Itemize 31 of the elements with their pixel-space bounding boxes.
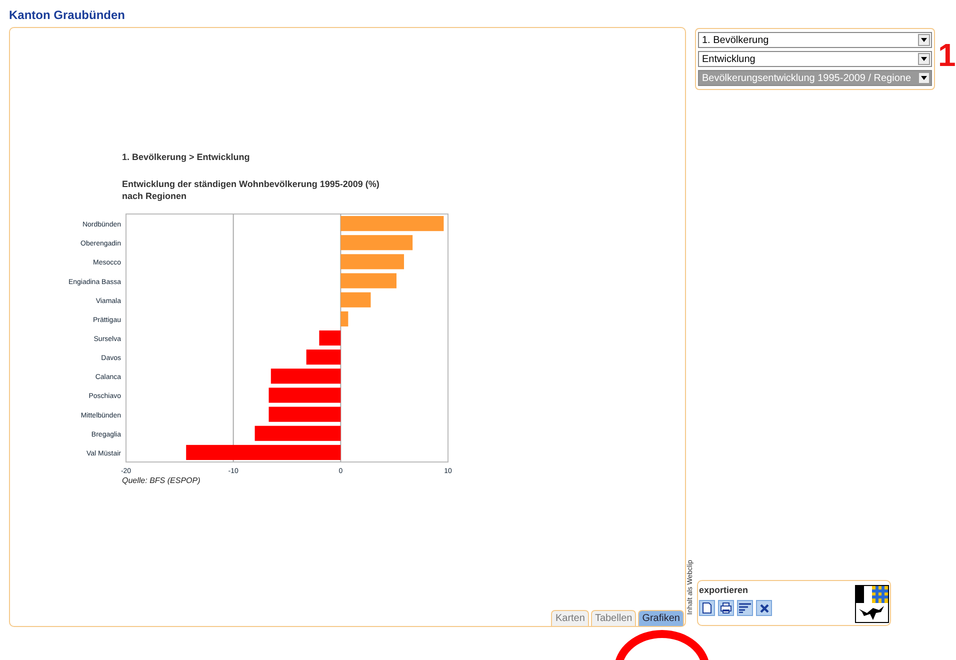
export-button[interactable] bbox=[699, 600, 715, 616]
bar bbox=[340, 292, 371, 308]
document-icon bbox=[702, 602, 712, 614]
caret-icon bbox=[921, 38, 927, 42]
lines-icon bbox=[739, 603, 751, 613]
export-button[interactable] bbox=[737, 600, 753, 616]
caret-icon bbox=[921, 57, 927, 61]
view-tab[interactable]: Grafiken bbox=[638, 610, 684, 626]
bar bbox=[319, 330, 341, 346]
source-note: Quelle: BFS (ESPOP) bbox=[122, 476, 202, 485]
step-number: 1 bbox=[938, 38, 956, 72]
bar bbox=[340, 311, 348, 326]
chart-title: nach Regionen bbox=[122, 190, 188, 202]
breadcrumb: 1. Bevölkerung > Entwicklung bbox=[122, 152, 251, 162]
bar bbox=[340, 254, 404, 270]
dropdown[interactable]: 1. Bevölkerung bbox=[698, 32, 932, 48]
export-button[interactable] bbox=[718, 600, 734, 616]
page-title: Kanton Graubünden bbox=[9, 8, 126, 24]
printer-icon bbox=[720, 602, 732, 614]
bar bbox=[270, 368, 341, 384]
export-title: exportieren bbox=[699, 585, 750, 595]
coat-of-arms-icon bbox=[855, 585, 889, 623]
dropdown[interactable]: Entwicklung bbox=[698, 51, 932, 67]
bar bbox=[340, 273, 396, 288]
chart-title: Entwicklung der ständigen Wohnbevölkerung 1995-2009 (%) bbox=[122, 178, 380, 190]
view-tab[interactable]: Karten bbox=[551, 610, 589, 626]
export-button[interactable] bbox=[756, 600, 772, 616]
close-icon bbox=[760, 604, 768, 612]
bar bbox=[306, 350, 341, 365]
caret-icon bbox=[921, 76, 927, 80]
view-tab[interactable]: Tabellen bbox=[590, 610, 636, 626]
